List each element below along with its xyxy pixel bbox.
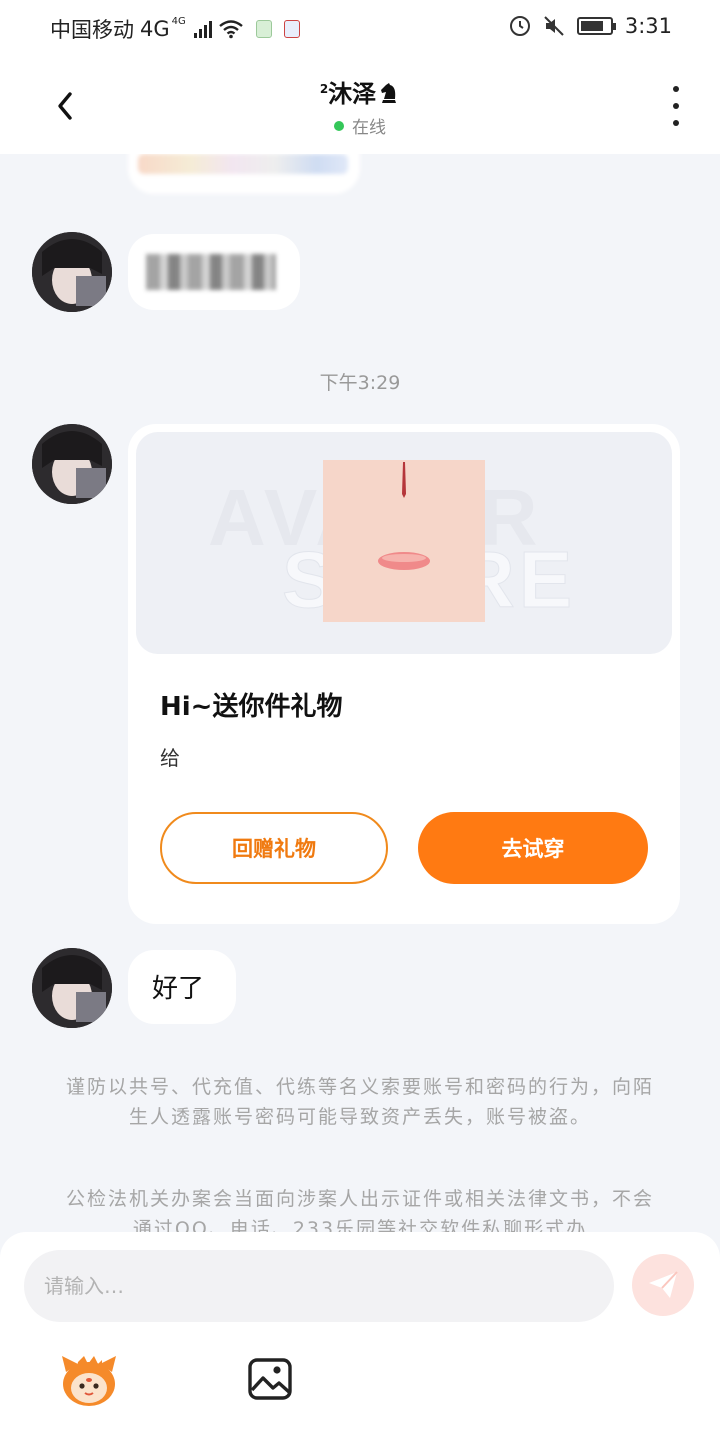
security-notice: 谨防以共号、代充值、代练等名义索要账号和密码的行为，向陌生人透露账号密码可能导致… — [65, 1076, 654, 1128]
network-label: 4G — [140, 17, 170, 41]
pixelated-text — [146, 254, 276, 290]
dnd-clock-icon — [509, 16, 530, 36]
gift-card[interactable]: AVATAR STORE Hi~送你件礼物 给 回赠礼物 去试穿 — [128, 424, 680, 924]
avatar[interactable] — [32, 232, 112, 312]
message-timestamp: 下午3:29 — [319, 372, 401, 394]
status-time: 3:31 — [624, 14, 672, 38]
network-sup: 4G — [171, 15, 186, 27]
gift-title: Hi~送你件礼物 — [160, 692, 343, 722]
online-dot — [334, 120, 344, 131]
pixelated-text-message[interactable] — [128, 234, 300, 310]
mascot-emoji-icon — [62, 1356, 116, 1406]
avatar[interactable] — [32, 948, 112, 1028]
face-accessory-image — [323, 460, 485, 622]
chess-knight-icon — [381, 83, 397, 103]
more-dot — [673, 86, 679, 92]
image-message-partial[interactable] — [128, 154, 360, 194]
wifi-icon — [219, 20, 243, 39]
title-area: 2沐泽 在线 — [0, 74, 720, 138]
more-dot — [673, 120, 679, 126]
chat-area[interactable]: 下午3:29 AVATAR STORE Hi~送你件礼物 给 回赠礼物 — [0, 154, 720, 1234]
image-icon — [248, 1358, 292, 1400]
text-message[interactable]: 好了 — [128, 950, 236, 1024]
return-gift-button[interactable]: 回赠礼物 — [160, 812, 388, 884]
online-status-text: 在线 — [352, 118, 386, 138]
carrier-label: 中国移动 — [50, 18, 134, 42]
try-on-button[interactable]: 去试穿 — [418, 812, 648, 884]
more-button[interactable] — [666, 86, 686, 126]
avatar-image — [32, 424, 112, 504]
contact-name: 2沐泽 — [0, 74, 720, 109]
input-bar — [0, 1232, 720, 1434]
chat-header: 2沐泽 在线 — [0, 58, 720, 154]
image-button[interactable] — [246, 1356, 294, 1402]
more-dot — [673, 103, 679, 109]
contact-name-text: 沐泽 — [328, 80, 377, 108]
avatar-image — [32, 232, 112, 312]
contact-name-sup: 2 — [319, 82, 329, 96]
send-icon — [649, 1271, 678, 1298]
gift-preview[interactable]: AVATAR STORE — [136, 432, 672, 654]
baidu-app-icon — [283, 20, 300, 38]
status-bar: 中国移动 4G 4G 3:31 — [0, 0, 720, 58]
battery-icon — [576, 17, 616, 35]
status-bar-left: 中国移动 4G 4G — [50, 14, 300, 44]
message-input[interactable] — [24, 1250, 614, 1322]
gift-from-label: 给 — [160, 746, 180, 770]
emoji-button[interactable] — [58, 1352, 120, 1408]
mute-icon — [544, 16, 564, 36]
send-button[interactable] — [632, 1254, 694, 1316]
shield-app-icon — [255, 20, 272, 38]
avatar[interactable] — [32, 424, 112, 504]
blurred-image-content — [138, 154, 348, 174]
police-notice: 公检法机关办案会当面向涉案人出示证件或相关法律文书，不会通过QQ、电话、233乐… — [65, 1188, 654, 1234]
gift-item-image — [323, 460, 485, 622]
signal-icon — [193, 20, 212, 38]
online-status: 在线 — [0, 113, 720, 138]
avatar-image — [32, 948, 112, 1028]
text-message-content: 好了 — [152, 974, 205, 1004]
status-bar-right: 3:31 — [509, 14, 672, 38]
